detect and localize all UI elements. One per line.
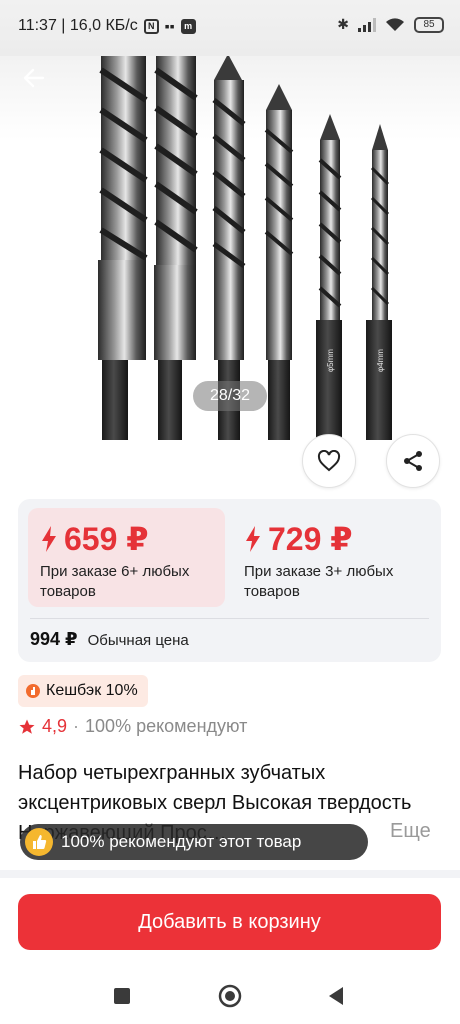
bit-label: φ5mm — [326, 349, 335, 372]
cashback-label: Кешбэк 10% — [46, 682, 138, 699]
battery-indicator: 85 — [414, 16, 444, 33]
toast-text: 100% рекомендуют этот товар — [61, 832, 302, 851]
drill-bit-12mm — [98, 22, 148, 440]
drill-bit-5mm — [316, 114, 342, 440]
bluetooth-icon: ✱ — [337, 16, 349, 32]
square-icon — [114, 988, 130, 1004]
drill-bits-image: φ5mm φ4mm — [98, 22, 392, 440]
drill-bit-10mm — [154, 24, 198, 440]
star-icon — [19, 719, 35, 734]
rating-row[interactable]: 4,9 · 100% рекомендуют — [18, 716, 247, 737]
price-value: 659 ₽ — [64, 521, 149, 557]
share-button[interactable] — [386, 434, 440, 488]
section-separator — [0, 870, 460, 878]
signal-icon — [358, 17, 376, 32]
rating-separator: · — [73, 716, 80, 736]
price-condition: При заказе 6+ любых товаров — [40, 563, 190, 600]
app-notification-icon: m — [180, 18, 196, 34]
recents-button[interactable] — [108, 982, 136, 1010]
status-bar: 11:37 | 16,0 КБ/с N ▪▪ m ✱ 85 — [0, 0, 460, 56]
home-button[interactable] — [216, 982, 244, 1010]
heart-icon — [317, 450, 341, 472]
rating-score: 4,9 — [42, 716, 68, 736]
cashback-badge[interactable]: Кешбэк 10% — [18, 675, 148, 707]
back-button[interactable] — [16, 60, 52, 96]
image-counter: 28/32 — [193, 381, 267, 411]
divider — [30, 618, 429, 619]
wifi-icon — [386, 18, 404, 31]
lightning-icon — [42, 526, 56, 552]
recommend-text: 100% рекомендуют — [85, 716, 248, 736]
price-condition: При заказе 3+ любых товаров — [244, 563, 394, 600]
back-nav-button[interactable] — [322, 982, 350, 1010]
product-image-gallery[interactable]: φ5mm φ4mm 28/32 — [0, 0, 460, 498]
lightning-icon — [246, 526, 260, 552]
drill-bit-4mm — [366, 124, 392, 440]
price-value: 729 ₽ — [268, 521, 353, 557]
more-link[interactable]: Еще — [386, 820, 431, 843]
share-icon — [404, 451, 422, 471]
system-nav-bar — [0, 966, 460, 1024]
regular-price-row: 994 ₽ Обычная цена — [30, 629, 189, 650]
regular-price-label: Обычная цена — [87, 632, 189, 649]
price-options-card: 659 ₽ При заказе 6+ любых товаров 729 ₽ … — [18, 499, 441, 662]
bit-label: φ4mm — [376, 349, 385, 372]
apps-icon: ▪▪ — [164, 18, 175, 34]
add-to-cart-button[interactable]: Добавить в корзину — [18, 894, 441, 950]
drill-bit-6mm — [264, 84, 294, 440]
circle-icon — [218, 984, 242, 1008]
price-option-3plus[interactable]: 729 ₽ При заказе 3+ любых товаров — [232, 508, 437, 607]
thumbs-up-icon — [25, 828, 53, 856]
status-time-speed: 11:37 | 16,0 КБ/с — [18, 17, 138, 34]
back-arrow-icon — [23, 68, 45, 88]
favorite-button[interactable] — [302, 434, 356, 488]
nfc-icon: N — [143, 18, 159, 34]
triangle-back-icon — [329, 987, 343, 1005]
recommend-toast: 100% рекомендуют этот товар — [20, 824, 368, 860]
cashback-icon — [26, 684, 40, 698]
price-option-6plus[interactable]: 659 ₽ При заказе 6+ любых товаров — [28, 508, 225, 607]
regular-price: 994 ₽ — [30, 629, 78, 649]
